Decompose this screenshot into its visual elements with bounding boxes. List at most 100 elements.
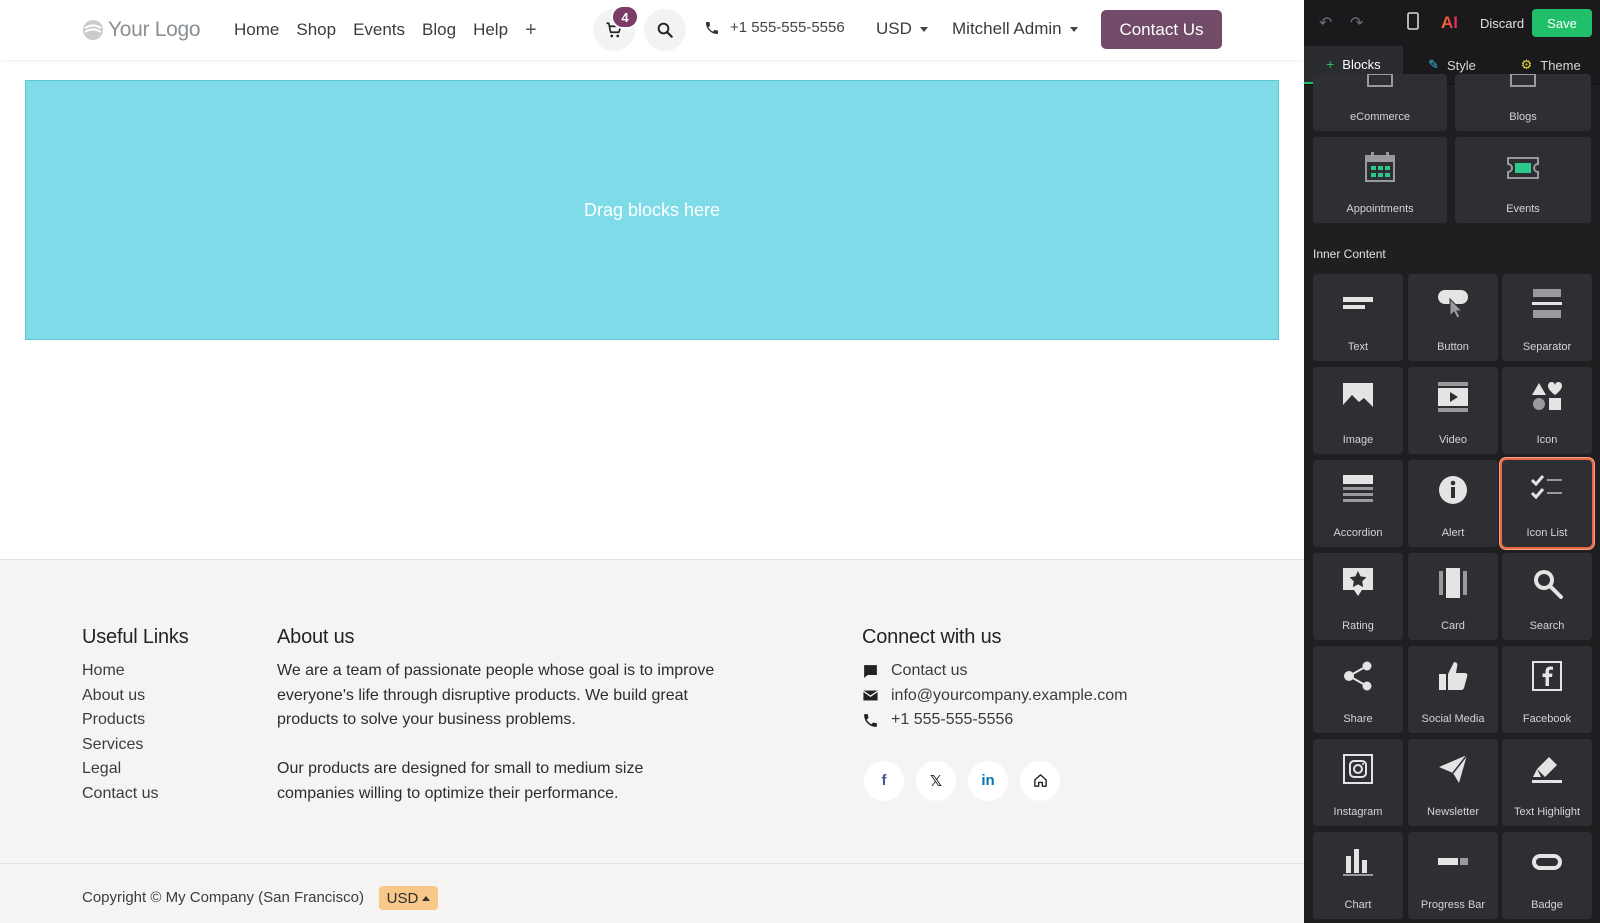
nav-item-home[interactable]: Home	[234, 18, 279, 42]
user-menu[interactable]: Mitchell Admin	[952, 19, 1078, 39]
nav-item-events[interactable]: Events	[353, 18, 405, 42]
pencil-icon: ✎	[1428, 57, 1439, 72]
chevron-up-icon	[422, 895, 431, 901]
undo-icon[interactable]: ↶	[1319, 13, 1332, 33]
block-alert-label: Alert	[1441, 527, 1465, 539]
block-accordion[interactable]: Accordion	[1313, 460, 1403, 547]
block-alert[interactable]: Alert	[1408, 460, 1498, 547]
header-phone[interactable]: +1 555-555-5556	[704, 19, 845, 36]
block-facebook[interactable]: Facebook	[1502, 646, 1592, 733]
nav-item-help[interactable]: Help	[473, 18, 508, 42]
footer-link-services[interactable]: Services	[82, 733, 189, 758]
block-newsletter[interactable]: Newsletter	[1408, 739, 1498, 826]
footer-currency-value: USD	[386, 889, 419, 907]
redo-icon[interactable]: ↷	[1350, 13, 1363, 33]
block-image-label: Image	[1342, 434, 1374, 446]
block-social-media[interactable]: Social Media	[1408, 646, 1498, 733]
block-search[interactable]: Search	[1502, 553, 1592, 640]
plus-icon: +	[1326, 56, 1335, 72]
nav-item-blog[interactable]: Blog	[422, 18, 456, 42]
footer-about-paragraph-2: Our products are designed for small to m…	[277, 760, 644, 802]
footer-useful-links: Useful Links Home About us Products Serv…	[82, 626, 189, 807]
block-social-media-label: Social Media	[1421, 713, 1485, 725]
footer-contact-label: Contact us	[891, 662, 968, 679]
block-dropzone[interactable]: Drag blocks here	[25, 80, 1279, 340]
logo-icon	[83, 20, 103, 40]
paper-plane-icon	[1439, 754, 1468, 783]
block-chart[interactable]: Chart	[1313, 832, 1403, 919]
block-rating[interactable]: Rating	[1313, 553, 1403, 640]
star-rating-icon	[1343, 568, 1373, 596]
block-text-highlight[interactable]: Text Highlight	[1502, 739, 1592, 826]
footer-phone-link[interactable]: +1 555-555-5556	[862, 708, 1128, 733]
block-text-label: Text	[1347, 341, 1369, 353]
block-events[interactable]: Events	[1455, 137, 1591, 223]
block-ecommerce-label: eCommerce	[1350, 111, 1410, 123]
video-icon	[1438, 382, 1468, 412]
site-logo[interactable]: Your Logo	[82, 16, 201, 44]
footer-currency-dropdown[interactable]: USD	[379, 886, 438, 910]
footer-link-about[interactable]: About us	[82, 684, 189, 709]
highlighter-icon	[1532, 757, 1562, 783]
site-header: Your Logo Home Shop Events Blog Help + 4	[0, 0, 1304, 60]
block-icon-label: Icon	[1536, 434, 1558, 446]
footer-email-link[interactable]: info@yourcompany.example.com	[862, 684, 1128, 709]
chat-icon	[864, 664, 877, 678]
contact-us-button[interactable]: Contact Us	[1101, 10, 1222, 49]
search-button[interactable]	[644, 9, 686, 51]
copyright-bar: Copyright © My Company (San Francisco) U…	[0, 863, 1304, 923]
block-card[interactable]: Card	[1408, 553, 1498, 640]
footer-link-products[interactable]: Products	[82, 708, 189, 733]
block-progress-bar[interactable]: Progress Bar	[1408, 832, 1498, 919]
block-badge[interactable]: Badge	[1502, 832, 1592, 919]
chevron-down-icon	[919, 26, 928, 32]
bar-chart-icon	[1343, 849, 1373, 876]
add-menu-item-button[interactable]: +	[525, 18, 537, 42]
block-separator[interactable]: Separator	[1502, 274, 1592, 361]
block-blogs[interactable]: Blogs	[1455, 74, 1591, 131]
mobile-preview-icon[interactable]	[1407, 12, 1419, 35]
block-video[interactable]: Video	[1408, 367, 1498, 454]
ai-tools-button[interactable]: AI	[1441, 13, 1458, 33]
block-icon-list[interactable]: Icon List	[1500, 458, 1594, 549]
block-text[interactable]: Text	[1313, 274, 1403, 361]
site-footer: Useful Links Home About us Products Serv…	[0, 559, 1304, 863]
facebook-icon[interactable]: f	[864, 760, 904, 801]
block-instagram-label: Instagram	[1333, 806, 1383, 818]
separator-icon	[1532, 289, 1562, 318]
instagram-icon	[1343, 754, 1373, 784]
footer-phone-label: +1 555-555-5556	[891, 711, 1014, 729]
nav-item-shop[interactable]: Shop	[296, 18, 336, 42]
block-appointments[interactable]: Appointments	[1313, 137, 1447, 223]
tab-style-label: Style	[1447, 57, 1476, 73]
x-icon[interactable]: 𝕏	[916, 760, 956, 801]
ecommerce-icon	[1367, 74, 1393, 87]
footer-link-home[interactable]: Home	[82, 659, 189, 684]
block-icon[interactable]: Icon	[1502, 367, 1592, 454]
footer-links-title: Useful Links	[82, 626, 189, 648]
footer-contact-link[interactable]: Contact us	[862, 659, 1128, 684]
block-share[interactable]: Share	[1313, 646, 1403, 733]
save-button[interactable]: Save	[1532, 9, 1592, 37]
currency-dropdown[interactable]: USD	[876, 19, 928, 39]
discard-button[interactable]: Discard	[1480, 16, 1524, 31]
card-icon	[1439, 568, 1467, 598]
block-ecommerce[interactable]: eCommerce	[1313, 74, 1447, 131]
linkedin-icon[interactable]: in	[968, 760, 1008, 801]
info-icon	[1439, 476, 1467, 504]
block-video-label: Video	[1439, 434, 1467, 446]
block-image[interactable]: Image	[1313, 367, 1403, 454]
footer-link-contact[interactable]: Contact us	[82, 782, 189, 807]
main-nav: Home Shop Events Blog Help +	[234, 18, 537, 42]
calendar-icon	[1365, 152, 1395, 182]
footer-connect: Connect with us Contact us info@yourcomp…	[862, 626, 1128, 801]
ticket-icon	[1507, 157, 1539, 179]
block-blogs-label: Blogs	[1509, 111, 1537, 123]
block-instagram[interactable]: Instagram	[1313, 739, 1403, 826]
inner-content-title: Inner Content	[1313, 247, 1386, 261]
currency-value: USD	[876, 19, 912, 38]
gear-icon: ⚙	[1520, 57, 1533, 72]
home-icon[interactable]	[1020, 760, 1060, 801]
footer-link-legal[interactable]: Legal	[82, 757, 189, 782]
block-button[interactable]: Button	[1408, 274, 1498, 361]
